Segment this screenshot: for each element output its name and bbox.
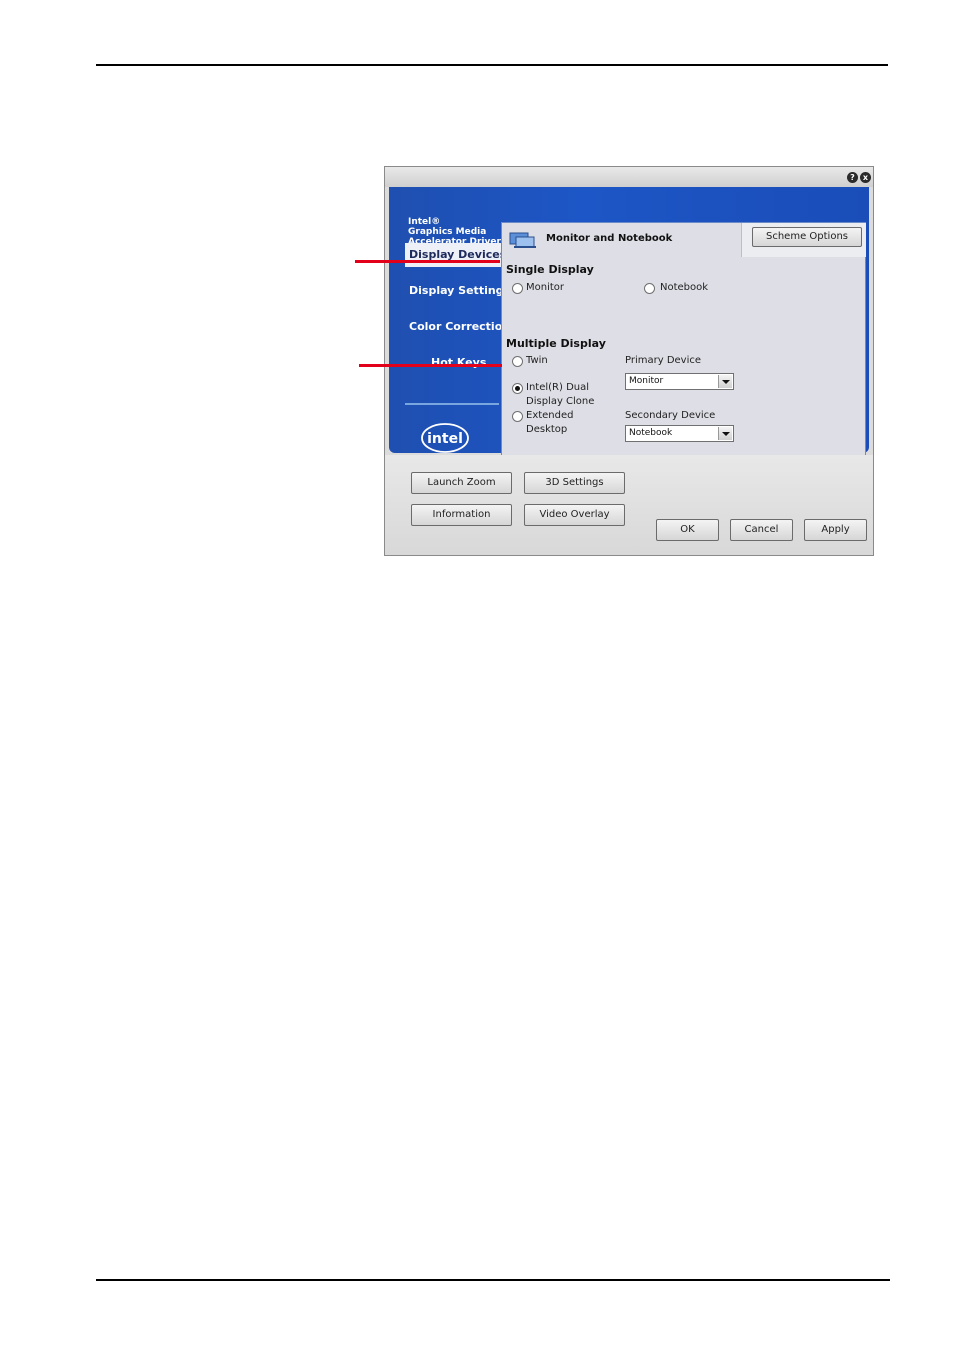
radio-extended-desktop[interactable] bbox=[512, 411, 523, 422]
cancel-button[interactable]: Cancel bbox=[730, 519, 793, 541]
radio-notebook[interactable] bbox=[644, 283, 655, 294]
intel-logo-icon: intel bbox=[421, 423, 469, 453]
brand-line-2: Graphics Media bbox=[408, 227, 487, 237]
video-overlay-button[interactable]: Video Overlay bbox=[524, 504, 625, 526]
footer-rule bbox=[96, 1279, 890, 1281]
secondary-device-label: Secondary Device bbox=[625, 410, 716, 421]
panel-title: Monitor and Notebook bbox=[546, 233, 673, 244]
single-display-heading: Single Display bbox=[506, 263, 594, 276]
multiple-display-heading: Multiple Display bbox=[506, 337, 606, 350]
radio-monitor[interactable] bbox=[512, 283, 523, 294]
nav-divider bbox=[405, 403, 499, 405]
monitor-notebook-icon bbox=[509, 232, 536, 248]
radio-notebook-label: Notebook bbox=[660, 282, 709, 293]
intel-gma-control-panel-window: ? x Intel® Graphics Media Accelerator Dr… bbox=[384, 166, 874, 556]
nav-item-display-settings[interactable]: Display Settings bbox=[405, 279, 510, 303]
3d-settings-button[interactable]: 3D Settings bbox=[524, 472, 625, 494]
button-bar: Launch Zoom 3D Settings Information Vide… bbox=[385, 455, 873, 555]
secondary-device-select[interactable]: Notebook bbox=[625, 425, 734, 442]
scheme-options-button[interactable]: Scheme Options bbox=[752, 227, 862, 247]
launch-zoom-button[interactable]: Launch Zoom bbox=[411, 472, 512, 494]
nav-item-color-correction[interactable]: Color Correction bbox=[405, 315, 510, 339]
nav-item-hot-keys[interactable]: Hot Keys bbox=[405, 351, 501, 375]
radio-twin-label: Twin bbox=[526, 355, 548, 366]
radio-dual-clone-label-1: Intel(R) Dual bbox=[526, 382, 590, 393]
radio-dual-display-clone[interactable] bbox=[512, 383, 523, 394]
header-rule bbox=[96, 64, 888, 66]
chevron-down-icon[interactable] bbox=[718, 375, 732, 388]
primary-device-value: Monitor bbox=[629, 376, 664, 386]
apply-button[interactable]: Apply bbox=[804, 519, 867, 541]
panel-header: Monitor and Notebook bbox=[502, 223, 742, 257]
radio-monitor-label: Monitor bbox=[526, 282, 565, 293]
scheme-options-tab: Scheme Options bbox=[741, 223, 866, 257]
radio-extended-label-1: Extended bbox=[526, 410, 574, 421]
title-bar: ? x bbox=[385, 167, 873, 187]
radio-dual-clone-label-2: Display Clone bbox=[526, 396, 595, 407]
primary-device-label: Primary Device bbox=[625, 355, 702, 366]
secondary-device-value: Notebook bbox=[629, 428, 673, 438]
chevron-down-icon[interactable] bbox=[718, 427, 732, 440]
callout-line-single-display bbox=[355, 260, 500, 263]
callout-line-dual-clone bbox=[359, 364, 502, 367]
logo-text: intel bbox=[427, 431, 463, 447]
close-icon[interactable]: x bbox=[860, 172, 871, 183]
radio-extended-label-2: Desktop bbox=[526, 424, 568, 435]
brand-line-1: Intel® bbox=[408, 217, 441, 227]
nav-item-display-devices[interactable]: Display Devices bbox=[405, 243, 506, 267]
primary-device-select[interactable]: Monitor bbox=[625, 373, 734, 390]
main-blue-frame: Intel® Graphics Media Accelerator Driver… bbox=[389, 187, 869, 464]
help-icon[interactable]: ? bbox=[847, 172, 858, 183]
information-button[interactable]: Information bbox=[411, 504, 512, 526]
ok-button[interactable]: OK bbox=[656, 519, 719, 541]
radio-twin[interactable] bbox=[512, 356, 523, 367]
display-devices-panel: Monitor and Notebook Scheme Options Sing… bbox=[501, 222, 866, 464]
